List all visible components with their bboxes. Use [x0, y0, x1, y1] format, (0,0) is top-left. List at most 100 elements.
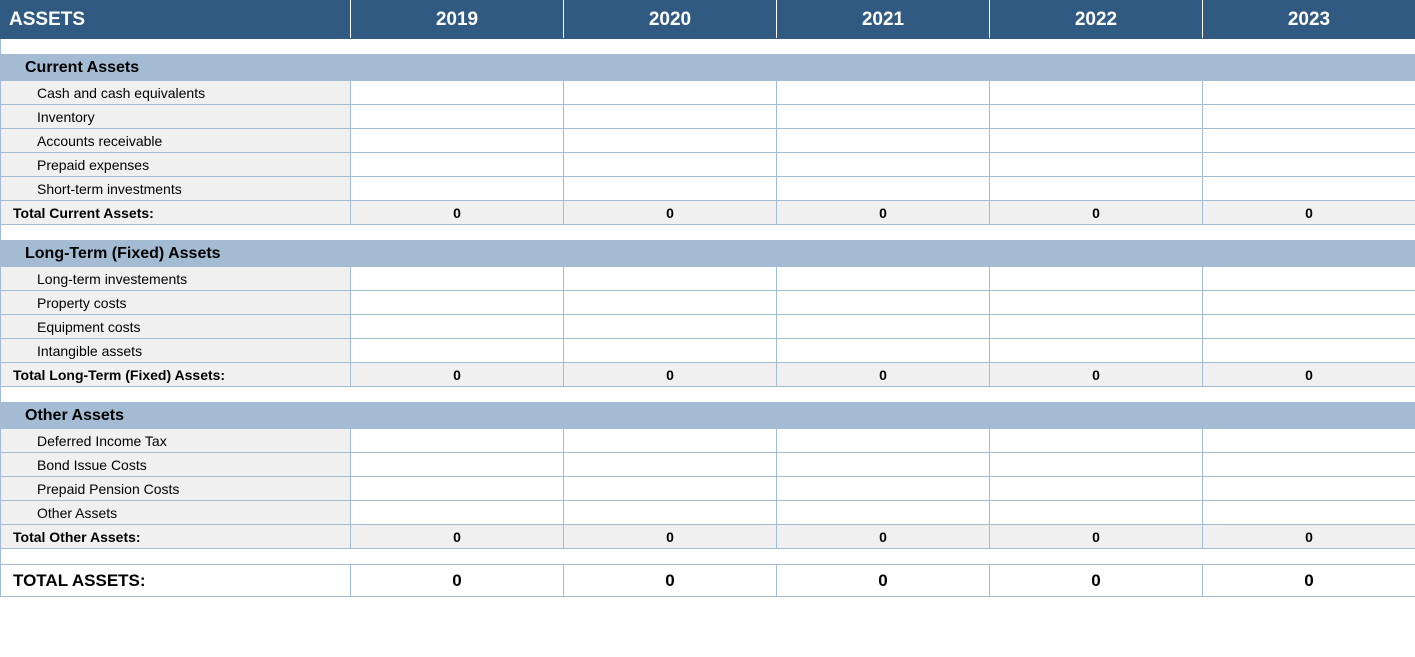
data-cell[interactable] — [1203, 291, 1415, 315]
spacer-cell — [1, 225, 1415, 241]
line-item-label: Accounts receivable — [1, 129, 351, 153]
data-cell[interactable] — [777, 267, 990, 291]
line-item-label: Cash and cash equivalents — [1, 81, 351, 105]
data-cell[interactable] — [990, 429, 1203, 453]
grand-total-value: 0 — [564, 565, 777, 597]
data-cell[interactable] — [564, 267, 777, 291]
data-cell[interactable] — [351, 501, 564, 525]
data-cell[interactable] — [990, 291, 1203, 315]
data-cell[interactable] — [990, 477, 1203, 501]
line-item-row: Prepaid expenses — [1, 153, 1415, 177]
balance-sheet-table: ASSETS 2019 2020 2021 2022 2023 Current … — [0, 0, 1415, 597]
subtotal-value: 0 — [1203, 201, 1415, 225]
section-header-row: Other Assets — [1, 403, 1415, 429]
data-cell[interactable] — [777, 177, 990, 201]
data-cell[interactable] — [777, 315, 990, 339]
data-cell[interactable] — [1203, 267, 1415, 291]
data-cell[interactable] — [777, 153, 990, 177]
data-cell[interactable] — [1203, 429, 1415, 453]
data-cell[interactable] — [564, 105, 777, 129]
header-year-0: 2019 — [351, 1, 564, 39]
data-cell[interactable] — [1203, 339, 1415, 363]
header-year-4: 2023 — [1203, 1, 1415, 39]
line-item-row: Intangible assets — [1, 339, 1415, 363]
data-cell[interactable] — [990, 339, 1203, 363]
data-cell[interactable] — [564, 339, 777, 363]
data-cell[interactable] — [990, 453, 1203, 477]
data-cell[interactable] — [777, 339, 990, 363]
data-cell[interactable] — [1203, 315, 1415, 339]
data-cell[interactable] — [990, 105, 1203, 129]
data-cell[interactable] — [777, 291, 990, 315]
line-item-row: Short-term investments — [1, 177, 1415, 201]
data-cell[interactable] — [990, 153, 1203, 177]
subtotal-value: 0 — [777, 363, 990, 387]
data-cell[interactable] — [777, 477, 990, 501]
data-cell[interactable] — [351, 477, 564, 501]
data-cell[interactable] — [1203, 453, 1415, 477]
line-item-label: Equipment costs — [1, 315, 351, 339]
data-cell[interactable] — [990, 81, 1203, 105]
data-cell[interactable] — [777, 429, 990, 453]
data-cell[interactable] — [990, 501, 1203, 525]
data-cell[interactable] — [564, 429, 777, 453]
line-item-label: Prepaid expenses — [1, 153, 351, 177]
spacer-row — [1, 225, 1415, 241]
data-cell[interactable] — [777, 81, 990, 105]
grand-total-value: 0 — [777, 565, 990, 597]
data-cell[interactable] — [1203, 129, 1415, 153]
header-row: ASSETS 2019 2020 2021 2022 2023 — [1, 1, 1415, 39]
data-cell[interactable] — [564, 315, 777, 339]
spacer-cell — [1, 387, 1415, 403]
data-cell[interactable] — [351, 153, 564, 177]
subtotal-row: Total Long-Term (Fixed) Assets:00000 — [1, 363, 1415, 387]
data-cell[interactable] — [564, 129, 777, 153]
data-cell[interactable] — [990, 267, 1203, 291]
data-cell[interactable] — [1203, 153, 1415, 177]
data-cell[interactable] — [564, 501, 777, 525]
data-cell[interactable] — [564, 81, 777, 105]
data-cell[interactable] — [351, 339, 564, 363]
section-title: Other Assets — [1, 403, 1415, 429]
spacer-row — [1, 387, 1415, 403]
subtotal-label: Total Current Assets: — [1, 201, 351, 225]
line-item-label: Deferred Income Tax — [1, 429, 351, 453]
data-cell[interactable] — [1203, 477, 1415, 501]
data-cell[interactable] — [564, 177, 777, 201]
data-cell[interactable] — [351, 129, 564, 153]
header-year-3: 2022 — [990, 1, 1203, 39]
data-cell[interactable] — [990, 315, 1203, 339]
data-cell[interactable] — [564, 477, 777, 501]
data-cell[interactable] — [777, 453, 990, 477]
spacer-row — [1, 549, 1415, 565]
subtotal-value: 0 — [351, 201, 564, 225]
data-cell[interactable] — [351, 429, 564, 453]
data-cell[interactable] — [990, 177, 1203, 201]
data-cell[interactable] — [564, 153, 777, 177]
line-item-row: Bond Issue Costs — [1, 453, 1415, 477]
data-cell[interactable] — [777, 501, 990, 525]
data-cell[interactable] — [777, 105, 990, 129]
data-cell[interactable] — [351, 453, 564, 477]
line-item-row: Other Assets — [1, 501, 1415, 525]
data-cell[interactable] — [1203, 105, 1415, 129]
data-cell[interactable] — [990, 129, 1203, 153]
data-cell[interactable] — [564, 291, 777, 315]
data-cell[interactable] — [1203, 177, 1415, 201]
data-cell[interactable] — [1203, 501, 1415, 525]
line-item-label: Inventory — [1, 105, 351, 129]
data-cell[interactable] — [351, 315, 564, 339]
data-cell[interactable] — [564, 453, 777, 477]
data-cell[interactable] — [351, 291, 564, 315]
subtotal-row: Total Other Assets:00000 — [1, 525, 1415, 549]
subtotal-value: 0 — [777, 201, 990, 225]
data-cell[interactable] — [351, 81, 564, 105]
grand-total-value: 0 — [1203, 565, 1415, 597]
data-cell[interactable] — [1203, 81, 1415, 105]
data-cell[interactable] — [351, 267, 564, 291]
data-cell[interactable] — [351, 105, 564, 129]
data-cell[interactable] — [777, 129, 990, 153]
data-cell[interactable] — [351, 177, 564, 201]
line-item-row: Deferred Income Tax — [1, 429, 1415, 453]
line-item-label: Property costs — [1, 291, 351, 315]
